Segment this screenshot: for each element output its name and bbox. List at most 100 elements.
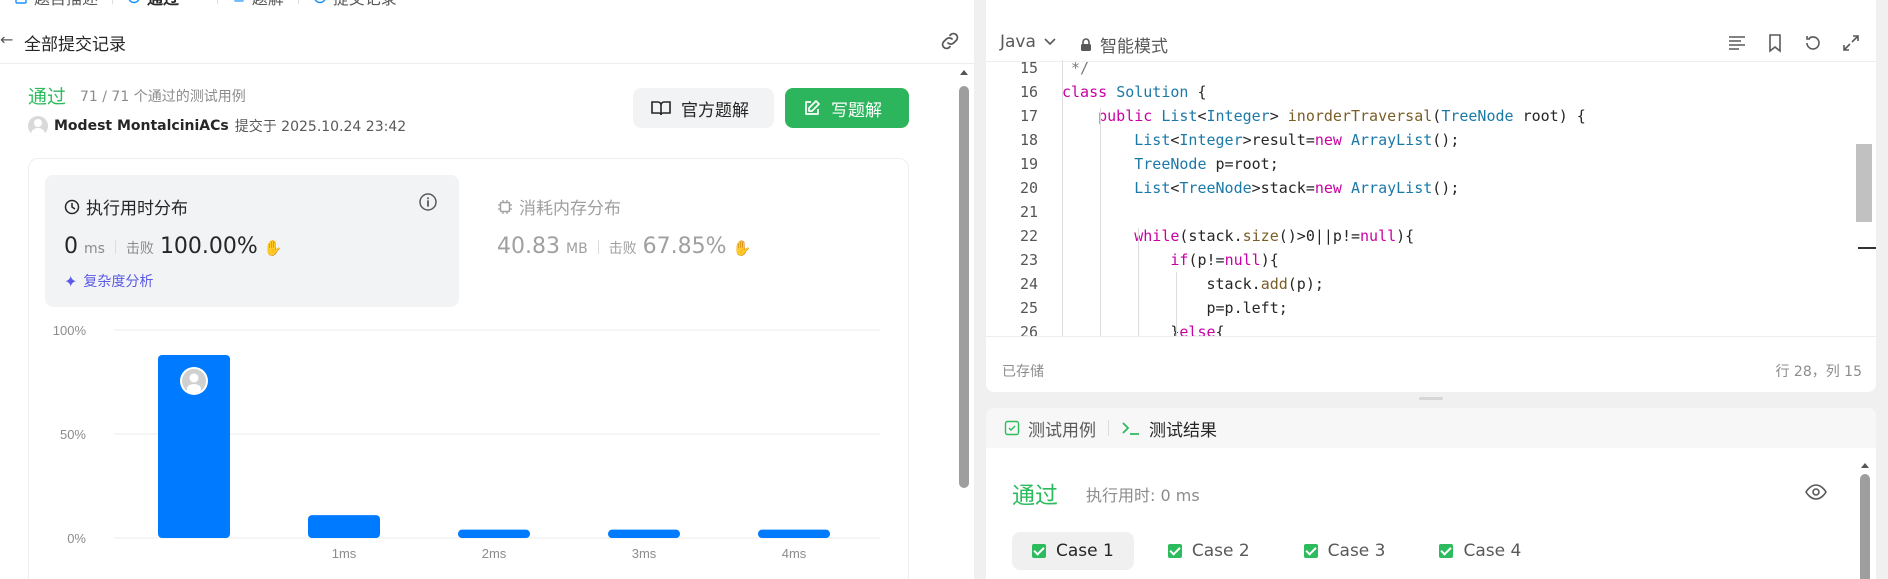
check-icon (1032, 544, 1046, 558)
eye-icon[interactable] (1804, 480, 1828, 504)
tab-divider (1108, 420, 1109, 436)
bookmark-icon[interactable] (1764, 32, 1786, 54)
tab-submissions-label: 提交记录 (333, 0, 397, 9)
code-text: }else{ (1062, 323, 1225, 336)
smart-mode-label: 智能模式 (1100, 37, 1168, 57)
write-solution-label: 写题解 (831, 100, 882, 121)
divider (114, 239, 116, 254)
smart-mode-toggle[interactable]: 智能模式 (1080, 32, 1168, 57)
indent-guide (1062, 60, 1063, 336)
case-tab[interactable]: Case 3 (1284, 532, 1406, 570)
avatar[interactable] (28, 116, 48, 136)
history-icon (128, 0, 140, 4)
case-label: Case 1 (1056, 541, 1114, 561)
tab-description-label: 题目描述 (34, 0, 98, 9)
line-number: 23 (1019, 251, 1038, 269)
code-text: if(p!=null){ (1170, 251, 1279, 269)
scrollbar-thumb[interactable] (1860, 474, 1870, 579)
case-list: Case 1 Case 2 Case 3 Case 4 (1012, 532, 1541, 570)
chart-bar[interactable] (608, 529, 680, 538)
runtime-distribution-chart[interactable]: 100% 50% 0% 1ms 2ms 3ms 4ms (40, 320, 890, 570)
line-number: 16 (1019, 83, 1038, 101)
check-icon (1439, 544, 1454, 558)
submitted-time: 提交于 2025.10.24 23:42 (234, 119, 407, 135)
tab-solutions[interactable]: 题解 (218, 0, 298, 9)
runtime-values: 0 ms 击败 100.00% ✋ (64, 234, 283, 259)
memory-value: 40.83 (497, 234, 560, 259)
result-status: 通过 (1012, 483, 1058, 509)
indent-guide (1138, 228, 1139, 336)
tab-testcase-label: 测试用例 (1028, 420, 1096, 441)
case-label: Case 4 (1463, 541, 1522, 561)
line-number: 19 (1019, 155, 1038, 173)
history-icon (314, 0, 326, 4)
format-icon[interactable] (1726, 32, 1748, 54)
case-tab[interactable]: Case 1 (1012, 532, 1134, 570)
saved-status: 已存储 (1002, 364, 1044, 380)
x-tick-label: 2ms (482, 546, 507, 561)
memory-title-label: 消耗内存分布 (519, 199, 621, 219)
code-area[interactable]: 15 */ 16 class Solution {17 public List<In… (986, 60, 1856, 336)
back-arrow-icon[interactable]: ← (0, 30, 13, 49)
complexity-label: 复杂度分析 (83, 274, 154, 290)
code-editor-panel: Java 智能模式 15 */ 16 class Solution {17 publ… (986, 0, 1876, 392)
line-number: 26 (1019, 323, 1038, 336)
code-text: List<Integer>result=new ArrayList(); (1134, 131, 1460, 149)
editor-scrollbar-thumb[interactable] (1856, 144, 1872, 222)
y-tick-label: 50% (60, 427, 86, 442)
link-icon[interactable] (938, 29, 962, 53)
submission-panel: 题目描述 通过 ✕ 题解 提交记录 ← 全部提交记录 通过 (0, 0, 974, 579)
write-solution-button[interactable]: 写题解 (785, 88, 909, 128)
document-icon (15, 0, 27, 4)
scrollbar-thumb[interactable] (959, 86, 969, 488)
chart-bar[interactable] (308, 515, 380, 538)
panel-divider[interactable] (974, 0, 986, 579)
left-scrollbar[interactable] (958, 62, 970, 579)
complexity-analysis-link[interactable]: ✦ 复杂度分析 (64, 271, 153, 291)
memory-beat-label: 击败 (608, 241, 637, 257)
official-solution-button[interactable]: 官方题解 (633, 88, 774, 128)
author-name[interactable]: Modest MontalciniACs (54, 118, 229, 134)
results-scrollbar[interactable] (1858, 460, 1872, 579)
line-number: 24 (1019, 275, 1038, 293)
app-root: 题目描述 通过 ✕ 题解 提交记录 ← 全部提交记录 通过 (0, 0, 1888, 579)
tab-solutions-label: 题解 (252, 0, 284, 9)
chart-bar[interactable] (758, 529, 830, 538)
expand-icon[interactable] (1840, 32, 1862, 54)
clap-icon: ✋ (263, 239, 283, 257)
tab-submissions[interactable]: 提交记录 (299, 0, 411, 9)
tab-test-result[interactable]: 测试结果 (1121, 416, 1217, 441)
reset-icon[interactable] (1802, 32, 1824, 54)
code-text: TreeNode p=root; (1134, 155, 1279, 173)
tab-testcase[interactable]: 测试用例 (1004, 416, 1096, 441)
indent-guide (1176, 272, 1177, 336)
tab-test-result-label: 测试结果 (1149, 420, 1217, 441)
left-tabbar: 题目描述 通过 ✕ 题解 提交记录 (0, 0, 974, 8)
info-icon[interactable] (418, 192, 438, 212)
tab-accepted[interactable]: 通过 ✕ (113, 0, 217, 9)
check-icon (1303, 544, 1318, 558)
line-number: 17 (1019, 107, 1038, 125)
scroll-marker (1858, 247, 1876, 249)
case-tab[interactable]: Case 4 (1419, 532, 1541, 570)
memory-title[interactable]: 消耗内存分布 (497, 194, 621, 219)
line-number: 25 (1019, 299, 1038, 317)
line-number: 21 (1019, 203, 1038, 221)
scroll-up-icon[interactable] (958, 66, 970, 78)
code-text: class Solution { (1062, 83, 1207, 101)
close-icon[interactable]: ✕ (191, 0, 203, 5)
scroll-up-icon[interactable] (1859, 460, 1871, 470)
runtime-beat-pct: 100.00% (159, 234, 258, 259)
case-label: Case 2 (1191, 541, 1250, 561)
editor-toolbar: Java 智能模式 (986, 24, 1876, 62)
tab-description[interactable]: 题目描述 (0, 0, 112, 9)
case-tab[interactable]: Case 2 (1148, 532, 1270, 570)
y-tick-label: 100% (53, 323, 87, 338)
language-select[interactable]: Java (1000, 32, 1056, 52)
split-drag-handle[interactable] (1419, 397, 1443, 400)
line-number: 15 (1019, 60, 1038, 77)
clap-icon: ✋ (732, 239, 752, 257)
code-text: stack.add(p); (1062, 275, 1324, 293)
chart-bar[interactable] (458, 529, 530, 538)
all-submissions-link[interactable]: 全部提交记录 (24, 30, 126, 55)
